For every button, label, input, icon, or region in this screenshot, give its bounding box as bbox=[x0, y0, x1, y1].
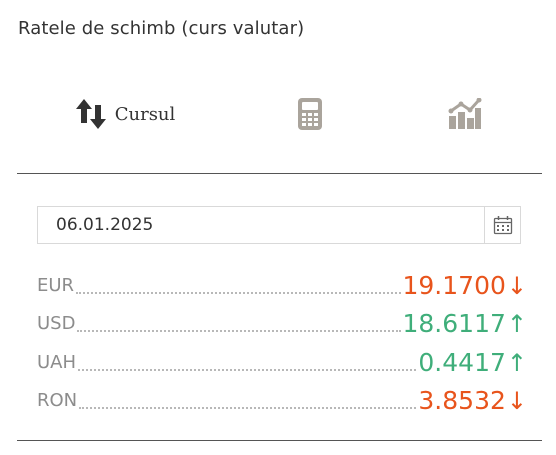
trend-up-arrow: ↑ bbox=[506, 348, 527, 377]
rates-list: EUR 19.1700 ↓ USD 18.6117 ↑ UAH 0.4417 ↑… bbox=[37, 262, 527, 416]
rate-row-uah: UAH 0.4417 ↑ bbox=[37, 339, 527, 378]
trend-up-arrow: ↑ bbox=[506, 310, 527, 338]
dotted-leader bbox=[78, 368, 417, 371]
rate-row-usd: USD 18.6117 ↑ bbox=[37, 301, 527, 340]
trend-down-arrow: ↓ bbox=[506, 271, 527, 300]
dotted-leader bbox=[79, 407, 417, 409]
up-down-arrows-icon bbox=[75, 98, 109, 130]
date-input[interactable] bbox=[38, 207, 484, 243]
currency-code: USD bbox=[37, 313, 76, 334]
tab-chart[interactable] bbox=[387, 78, 542, 150]
tab-rates-label: Cursul bbox=[114, 103, 176, 125]
currency-code: UAH bbox=[37, 351, 77, 373]
dotted-leader bbox=[77, 330, 401, 332]
rate-value: 0.4417 bbox=[418, 347, 506, 377]
divider-top bbox=[17, 173, 542, 174]
divider-bottom bbox=[17, 440, 542, 441]
currency-code: EUR bbox=[37, 274, 75, 296]
dotted-leader bbox=[76, 291, 401, 294]
rate-value: 19.1700 bbox=[402, 270, 506, 300]
rate-value: 18.6117 bbox=[402, 309, 506, 338]
widget-title: Ratele de schimb (curs valutar) bbox=[18, 18, 305, 39]
trend-down-arrow: ↓ bbox=[506, 387, 527, 415]
rate-value: 3.8532 bbox=[418, 386, 506, 415]
tab-calculator[interactable] bbox=[233, 78, 387, 150]
date-picker bbox=[37, 206, 521, 244]
currency-code: RON bbox=[37, 390, 78, 411]
tab-bar: Cursul bbox=[17, 78, 542, 150]
rate-row-ron: RON 3.8532 ↓ bbox=[37, 378, 527, 417]
bar-chart-icon bbox=[448, 97, 482, 130]
calculator-icon bbox=[298, 98, 322, 130]
calendar-button[interactable] bbox=[484, 207, 520, 243]
tab-rates[interactable]: Cursul bbox=[17, 78, 233, 150]
calendar-icon bbox=[493, 215, 513, 235]
rate-row-eur: EUR 19.1700 ↓ bbox=[37, 262, 527, 301]
